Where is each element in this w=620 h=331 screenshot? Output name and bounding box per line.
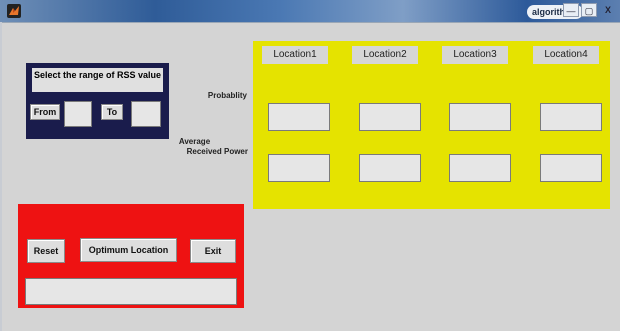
- location2-header: Location2: [352, 46, 418, 64]
- to-input[interactable]: [131, 101, 161, 127]
- reset-button[interactable]: Reset: [27, 239, 65, 263]
- exit-button[interactable]: Exit: [190, 239, 236, 263]
- optimum-location-button[interactable]: Optimum Location: [80, 238, 177, 262]
- avg-power-label-line1: Average: [178, 137, 211, 146]
- figure-content: Select the range of RSS value From To Lo…: [0, 22, 620, 331]
- location4-header: Location4: [533, 46, 599, 64]
- rss-range-panel: Select the range of RSS value From To: [26, 63, 169, 139]
- from-label: From: [30, 104, 60, 120]
- avg-power-location2-field[interactable]: [359, 154, 421, 182]
- probability-location3-field[interactable]: [449, 103, 511, 131]
- matlab-app-icon: [7, 4, 21, 18]
- from-input[interactable]: [64, 101, 92, 127]
- location3-header: Location3: [442, 46, 508, 64]
- minimize-icon[interactable]: —: [563, 3, 579, 17]
- avg-power-label-line2: Received Power: [186, 147, 248, 156]
- window-titlebar: algorithem — ▢ X: [0, 0, 620, 23]
- to-label: To: [101, 104, 123, 120]
- rss-range-title: Select the range of RSS value: [32, 68, 163, 92]
- avg-power-location4-field[interactable]: [540, 154, 602, 182]
- window-controls: — ▢ X: [563, 3, 617, 19]
- location1-header: Location1: [262, 46, 328, 64]
- probability-label: Probablity: [207, 91, 247, 100]
- probability-location1-field[interactable]: [268, 103, 330, 131]
- probability-location2-field[interactable]: [359, 103, 421, 131]
- close-icon[interactable]: X: [599, 3, 617, 17]
- action-panel: Reset Optimum Location Exit: [18, 204, 244, 308]
- avg-power-location1-field[interactable]: [268, 154, 330, 182]
- avg-power-location3-field[interactable]: [449, 154, 511, 182]
- location-panel: Location1 Location2 Location3 Location4: [253, 41, 610, 209]
- probability-location4-field[interactable]: [540, 103, 602, 131]
- restore-icon[interactable]: ▢: [581, 3, 597, 17]
- result-field[interactable]: [25, 278, 237, 305]
